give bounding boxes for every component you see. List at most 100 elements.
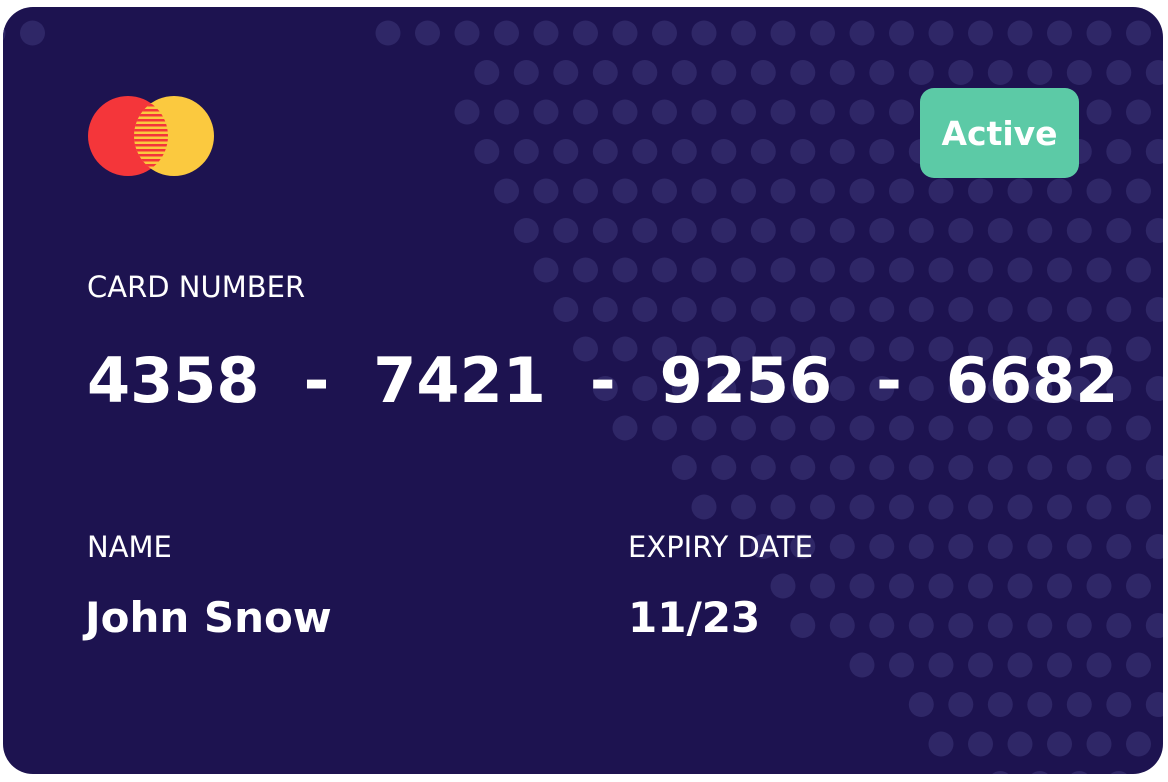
mastercard-logo-icon (88, 96, 214, 176)
pattern-dot (1086, 99, 1112, 125)
pattern-dot (968, 20, 993, 46)
pattern-dot (731, 178, 756, 204)
pattern-dot (592, 297, 618, 322)
pattern-dot (1145, 218, 1163, 243)
pattern-dot (711, 218, 737, 243)
pattern-dot (987, 613, 1013, 638)
pattern-dot (1007, 731, 1033, 757)
pattern-dot (750, 139, 776, 164)
pattern-dot (1126, 494, 1151, 520)
pattern-dot (869, 455, 895, 480)
pattern-dot (632, 297, 658, 322)
pattern-dot (968, 494, 993, 520)
pattern-dot (889, 178, 914, 204)
pattern-dot (869, 60, 895, 85)
pattern-dot (513, 218, 539, 243)
pattern-dot (1066, 297, 1092, 322)
pattern-dot (691, 20, 717, 46)
pattern-dot (671, 455, 697, 480)
pattern-dot (513, 60, 539, 85)
pattern-dot (1086, 20, 1112, 46)
pattern-dot (1145, 139, 1163, 164)
pattern-dot (770, 20, 796, 46)
pattern-dot (671, 297, 697, 322)
pattern-dot (928, 494, 954, 520)
cardholder-name: John Snow (85, 593, 332, 642)
pattern-dot (592, 139, 618, 164)
card-number-label: CARD NUMBER (87, 270, 306, 304)
pattern-dot (3, 25, 6, 41)
pattern-dot (573, 178, 598, 204)
pattern-dot (928, 178, 954, 204)
pattern-dot (908, 297, 934, 322)
pattern-dot (908, 692, 934, 717)
pattern-dot (1106, 60, 1132, 85)
expiry-date-label: EXPIRY DATE (628, 530, 813, 564)
pattern-dot (1106, 218, 1132, 243)
pattern-dot (474, 60, 500, 85)
pattern-dot (454, 99, 480, 125)
pattern-dot (652, 178, 677, 204)
pattern-dot (987, 218, 1013, 243)
pattern-dot (1126, 20, 1151, 46)
pattern-dot (1126, 652, 1151, 678)
pattern-dot (612, 178, 638, 204)
pattern-dot (948, 692, 974, 717)
pattern-dot (671, 218, 697, 243)
pattern-dot (1086, 178, 1112, 204)
pattern-dot (553, 218, 579, 243)
pattern-dot (1007, 257, 1033, 283)
pattern-dot (908, 218, 934, 243)
pattern-dot (1106, 692, 1132, 717)
pattern-dot (968, 652, 993, 678)
card-number-separator: - (589, 344, 616, 417)
pattern-dot (889, 99, 914, 125)
pattern-dot (948, 534, 974, 559)
pattern-dot (770, 99, 796, 125)
pattern-dot (533, 20, 559, 46)
pattern-dot (691, 415, 717, 441)
pattern-dot (1145, 455, 1163, 480)
pattern-dot (829, 534, 855, 559)
pattern-dot (928, 257, 954, 283)
pattern-dot (849, 415, 875, 441)
pattern-dot (1106, 297, 1132, 322)
pattern-dot (987, 692, 1013, 717)
pattern-dot (1126, 178, 1151, 204)
pattern-dot (1126, 257, 1151, 283)
pattern-dot (1047, 731, 1072, 757)
pattern-dot (1027, 297, 1053, 322)
pattern-dot (928, 573, 954, 599)
pattern-dot (889, 415, 914, 441)
pattern-dot (810, 573, 835, 599)
pattern-dot (1106, 613, 1132, 638)
pattern-dot (810, 415, 835, 441)
pattern-dot (889, 257, 914, 283)
pattern-dot (908, 455, 934, 480)
pattern-dot (829, 613, 855, 638)
pattern-dot (810, 178, 835, 204)
pattern-dot (790, 60, 816, 85)
pattern-dot (1027, 60, 1053, 85)
pattern-dot (849, 99, 875, 125)
pattern-dot (691, 257, 717, 283)
pattern-dot (652, 415, 677, 441)
pattern-dot (1145, 534, 1163, 559)
pattern-dot (750, 455, 776, 480)
pattern-dot (731, 99, 756, 125)
pattern-dot (573, 20, 598, 46)
pattern-dot (731, 415, 756, 441)
pattern-dot (987, 60, 1013, 85)
pattern-dot (770, 494, 796, 520)
pattern-dot (1071, 771, 1088, 774)
pattern-dot (790, 455, 816, 480)
pattern-dot (711, 60, 737, 85)
pattern-dot (652, 257, 677, 283)
pattern-dot (869, 139, 895, 164)
pattern-dot (711, 139, 737, 164)
pattern-dot (1086, 415, 1112, 441)
expiry-date-value: 11/23 (628, 593, 761, 642)
pattern-dot (415, 20, 440, 46)
pattern-dot (889, 652, 914, 678)
pattern-dot (908, 613, 934, 638)
